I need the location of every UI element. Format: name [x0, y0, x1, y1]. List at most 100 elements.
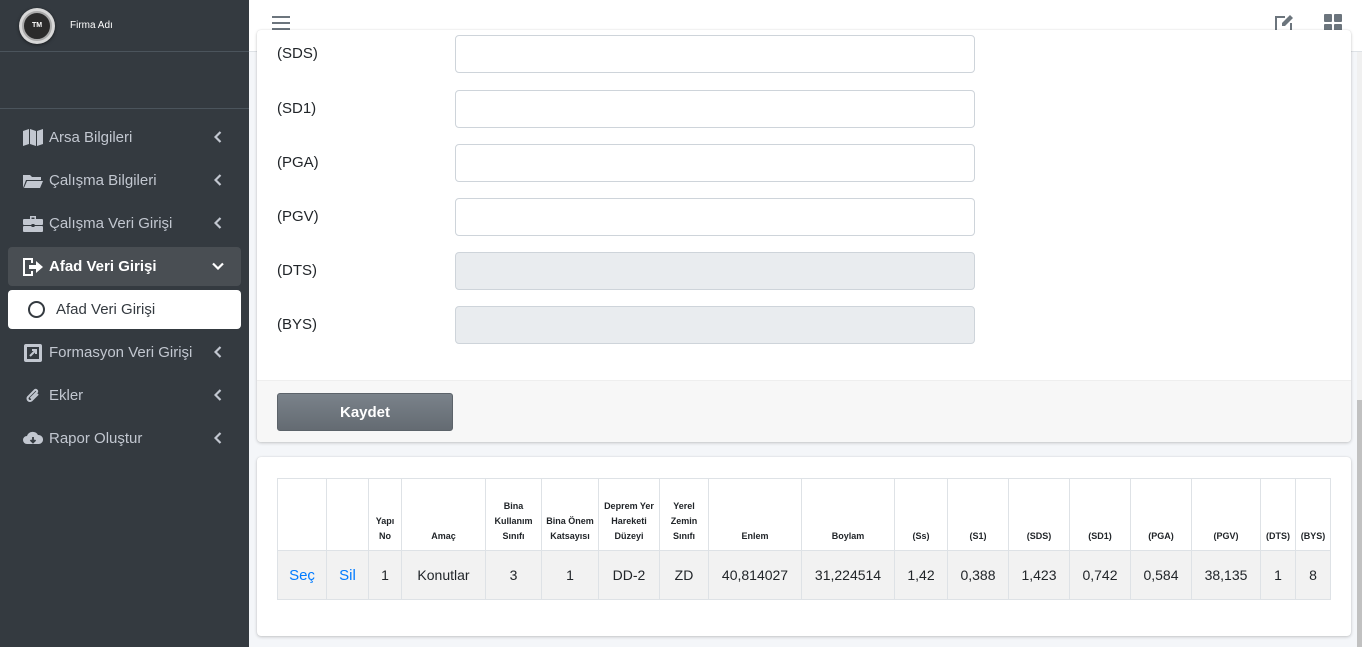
- table-row: Seç Sil 1 Konutlar 3 1 DD-2 ZD 40,814027…: [277, 550, 1331, 600]
- chevron-down-icon: [211, 259, 225, 273]
- company-logo: TM: [19, 7, 55, 44]
- column-header: (Ss): [894, 478, 948, 551]
- sidebar-item-calisma-veri-girisi[interactable]: Çalışma Veri Girişi: [8, 204, 241, 243]
- chevron-left-icon: [211, 130, 225, 144]
- field-label-pgv: (PGV): [277, 208, 319, 225]
- sidebar-nav: Arsa Bilgileri Çalışma Bilgileri Çalışma…: [0, 109, 249, 458]
- sidebar-item-label: Çalışma Bilgileri: [49, 172, 157, 189]
- table-cell: 0,742: [1069, 550, 1131, 600]
- sidebar-item-label: Rapor Oluştur: [49, 430, 143, 447]
- chevron-left-icon: [211, 431, 225, 445]
- table-cell: 8: [1295, 550, 1331, 600]
- chevron-left-icon: [211, 388, 225, 402]
- column-header: Boylam: [801, 478, 895, 551]
- column-header: (PGV): [1191, 478, 1261, 551]
- table-cell: 0,388: [947, 550, 1009, 600]
- column-header: Yerel Zemin Sınıfı: [659, 478, 709, 551]
- sidebar-subitem-afad-veri-girisi[interactable]: Afad Veri Girişi: [8, 290, 241, 329]
- column-header: Enlem: [708, 478, 802, 551]
- table-cell: 38,135: [1191, 550, 1261, 600]
- chevron-left-icon: [211, 216, 225, 230]
- chevron-left-icon: [211, 173, 225, 187]
- briefcase-icon: [23, 215, 43, 233]
- sidebar-item-afad-veri-girisi[interactable]: Afad Veri Girişi: [8, 247, 241, 286]
- sidebar-item-label: Çalışma Veri Girişi: [49, 215, 173, 232]
- table-cell: 1,42: [894, 550, 948, 600]
- column-header: (BYS): [1295, 478, 1331, 551]
- form-row-sds: (SDS): [277, 35, 997, 73]
- table-cell: 40,814027: [708, 550, 802, 600]
- column-header: Bina Önem Katsayısı: [541, 478, 599, 551]
- field-label-pga: (PGA): [277, 154, 319, 171]
- table-cell: 3: [485, 550, 542, 600]
- field-label-sd1: (SD1): [277, 100, 317, 117]
- table-cell: Konutlar: [401, 550, 486, 600]
- company-name: Firma Adı: [70, 20, 113, 31]
- column-header: [326, 478, 369, 551]
- circle-icon: [28, 301, 45, 318]
- select-link[interactable]: Seç: [277, 550, 327, 600]
- table-cell: 1: [368, 550, 402, 600]
- table-cell: 31,224514: [801, 550, 895, 600]
- form-row-bys: (BYS): [277, 306, 997, 344]
- card-footer: Kaydet: [257, 380, 1351, 442]
- sidebar-item-formasyon-veri-girisi[interactable]: Formasyon Veri Girişi: [8, 333, 241, 372]
- logo-text: TM: [22, 10, 52, 41]
- column-header: (S1): [947, 478, 1009, 551]
- cloud-download-icon: [23, 430, 43, 448]
- pga-field[interactable]: [455, 144, 975, 182]
- column-header: Deprem Yer Hareketi Düzeyi: [598, 478, 660, 551]
- table-cell: 1: [1260, 550, 1296, 600]
- form-row-pga: (PGA): [277, 144, 997, 182]
- delete-link[interactable]: Sil: [326, 550, 369, 600]
- results-table-card: Yapı No Amaç Bina Kullanım Sınıfı Bina Ö…: [257, 457, 1351, 636]
- sidebar-item-calisma-bilgileri[interactable]: Çalışma Bilgileri: [8, 161, 241, 200]
- table-cell: 1: [541, 550, 599, 600]
- table-cell: DD-2: [598, 550, 660, 600]
- chevron-left-icon: [211, 345, 225, 359]
- column-header: Yapı No: [368, 478, 402, 551]
- column-header: (DTS): [1260, 478, 1296, 551]
- sidebar-subitem-label: Afad Veri Girişi: [56, 301, 156, 318]
- external-link-square-icon: [23, 343, 43, 362]
- map-icon: [23, 129, 43, 147]
- sds-field[interactable]: [455, 35, 975, 73]
- field-label-bys: (BYS): [277, 316, 318, 333]
- pgv-field[interactable]: [455, 198, 975, 236]
- column-header: Amaç: [401, 478, 486, 551]
- afad-form-card: (SDS) (SD1) (PGA) (PGV) (DTS) (BYS) Kayd…: [257, 30, 1351, 442]
- column-header: Bina Kullanım Sınıfı: [485, 478, 542, 551]
- column-header: (SD1): [1069, 478, 1131, 551]
- scrollbar-thumb[interactable]: [1357, 400, 1362, 647]
- sidebar-item-label: Formasyon Veri Girişi: [49, 344, 193, 361]
- sd1-field[interactable]: [455, 90, 975, 128]
- table-cell: ZD: [659, 550, 709, 600]
- bys-field: [455, 306, 975, 344]
- sign-out-icon: [23, 257, 43, 276]
- folder-open-icon: [23, 172, 43, 190]
- sidebar-item-label: Arsa Bilgileri: [49, 129, 133, 146]
- table-cell: 1,423: [1008, 550, 1070, 600]
- sidebar-item-rapor-olustur[interactable]: Rapor Oluştur: [8, 419, 241, 458]
- brand-link[interactable]: TM Firma Adı: [0, 0, 249, 52]
- save-button[interactable]: Kaydet: [277, 393, 453, 431]
- table-cell: 0,584: [1130, 550, 1192, 600]
- column-header: (PGA): [1130, 478, 1192, 551]
- form-row-pgv: (PGV): [277, 198, 997, 236]
- results-table: Yapı No Amaç Bina Kullanım Sınıfı Bina Ö…: [277, 478, 1331, 600]
- user-panel: [0, 52, 249, 109]
- sidebar-item-ekler[interactable]: Ekler: [8, 376, 241, 415]
- field-label-dts: (DTS): [277, 262, 317, 279]
- form-row-dts: (DTS): [277, 252, 997, 290]
- form-row-sd1: (SD1): [277, 90, 997, 128]
- sidebar: TM Firma Adı Arsa Bilgileri Çalışma Bilg…: [0, 0, 249, 647]
- column-header: (SDS): [1008, 478, 1070, 551]
- dts-field: [455, 252, 975, 290]
- field-label-sds: (SDS): [277, 45, 318, 62]
- sidebar-item-arsa-bilgileri[interactable]: Arsa Bilgileri: [8, 118, 241, 157]
- sidebar-item-label: Afad Veri Girişi: [49, 258, 157, 275]
- column-header: [277, 478, 327, 551]
- sidebar-item-label: Ekler: [49, 387, 84, 404]
- paperclip-icon: [23, 387, 43, 405]
- table-header-row: Yapı No Amaç Bina Kullanım Sınıfı Bina Ö…: [277, 478, 1331, 551]
